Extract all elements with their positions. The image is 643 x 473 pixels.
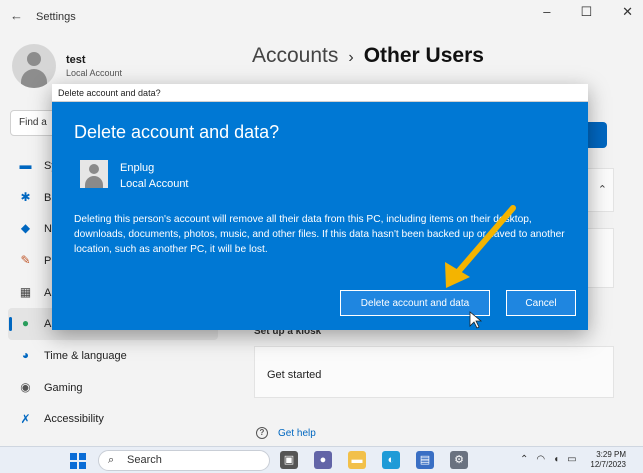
sidebar-item-label: P xyxy=(44,254,52,267)
breadcrumb: Accounts › Other Users xyxy=(252,44,484,68)
sidebar-item-time-language[interactable]: ◕ Time & language xyxy=(8,340,218,372)
sidebar-item-label: A xyxy=(44,318,52,331)
store-icon[interactable]: ▤ xyxy=(416,451,434,469)
search-label: Search xyxy=(127,454,162,466)
sidebar-item-label: N xyxy=(44,223,52,236)
apps-icon: ▦ xyxy=(19,284,32,299)
system-icon: ▬ xyxy=(19,158,32,172)
cancel-button[interactable]: Cancel xyxy=(506,290,576,316)
bluetooth-icon: ✱ xyxy=(20,189,31,204)
search-icon: ⌕ xyxy=(108,454,115,466)
clock-date: 12/7/2023 xyxy=(590,460,626,469)
sidebar-item-label: Accessibility xyxy=(44,413,104,426)
dialog-body-text: Deleting this person's account will remo… xyxy=(74,214,565,255)
maximize-icon[interactable]: ☐ xyxy=(580,4,592,20)
volume-icon[interactable]: ◖ xyxy=(553,454,559,465)
account-avatar xyxy=(80,160,108,188)
settings-titlebar: ← Settings – ☐ ✕ xyxy=(0,0,643,34)
network-icon: ◆ xyxy=(20,221,31,236)
close-icon[interactable]: ✕ xyxy=(622,4,633,20)
clock-time: 3:29 PM xyxy=(596,450,626,459)
gaming-icon: ◉ xyxy=(20,379,31,394)
get-started-label: Get started xyxy=(267,369,322,381)
help-icon: ? xyxy=(256,427,268,439)
profile-type: Local Account xyxy=(66,68,123,78)
sidebar-item-label: A xyxy=(44,286,52,299)
accessibility-icon: ✗ xyxy=(20,411,31,426)
profile-name: test xyxy=(66,54,86,66)
taskbar-apps: ▣ ● ▬ ◐ ▤ ⚙ xyxy=(280,451,468,469)
window-controls: – ☐ ✕ xyxy=(543,4,633,20)
globe-icon: ◕ xyxy=(21,348,30,363)
task-view-icon[interactable]: ▣ xyxy=(280,451,298,469)
settings-app-icon[interactable]: ⚙ xyxy=(450,451,468,469)
dialog-titlebar: Delete account and data? xyxy=(52,84,588,102)
sidebar-item-label: Time & language xyxy=(44,349,127,362)
avatar xyxy=(12,44,56,88)
accounts-icon: ● xyxy=(21,316,30,331)
breadcrumb-separator: › xyxy=(348,49,354,66)
page-title: Other Users xyxy=(363,44,484,67)
delete-account-button[interactable]: Delete account and data xyxy=(340,290,490,316)
chat-icon[interactable]: ● xyxy=(314,451,332,469)
clock[interactable]: 3:29 PM 12/7/2023 xyxy=(586,450,626,470)
battery-icon[interactable]: ▭ xyxy=(567,454,576,465)
get-help-label: Get help xyxy=(278,427,316,439)
system-tray: ⌃ ◠ ◖ ▭ xyxy=(520,454,577,465)
sidebar-item-accessibility[interactable]: ✗ Accessibility xyxy=(8,404,218,436)
minimize-icon[interactable]: – xyxy=(543,4,550,20)
taskbar-search[interactable]: ⌕ Search xyxy=(98,450,270,471)
sidebar-item-gaming[interactable]: ◉ Gaming xyxy=(8,372,218,404)
taskbar: ⌕ Search ▣ ● ▬ ◐ ▤ ⚙ ⌃ ◠ ◖ ▭ 3:29 PM 12/… xyxy=(0,446,643,473)
breadcrumb-parent[interactable]: Accounts xyxy=(252,44,338,67)
wifi-icon[interactable]: ◠ xyxy=(536,454,545,465)
sidebar-item-label: Gaming xyxy=(44,381,83,394)
account-name: Enplug xyxy=(120,162,155,174)
get-help-link[interactable]: ? Get help xyxy=(256,427,316,439)
edge-icon[interactable]: ◐ xyxy=(382,451,400,469)
chevron-up-icon: ⌃ xyxy=(597,184,607,196)
add-account-button[interactable] xyxy=(585,122,607,148)
kiosk-card[interactable]: Get started xyxy=(254,346,614,398)
delete-account-dialog: Delete account and data? Delete account … xyxy=(52,84,588,330)
app-title: Settings xyxy=(36,11,76,23)
start-button[interactable] xyxy=(70,453,86,469)
file-explorer-icon[interactable]: ▬ xyxy=(348,451,366,469)
chevron-up-icon[interactable]: ⌃ xyxy=(520,454,528,465)
account-type: Local Account xyxy=(120,178,189,190)
back-arrow-icon[interactable]: ← xyxy=(10,8,23,23)
dialog-heading: Delete account and data? xyxy=(74,122,280,142)
personalization-icon: ✎ xyxy=(20,253,31,268)
